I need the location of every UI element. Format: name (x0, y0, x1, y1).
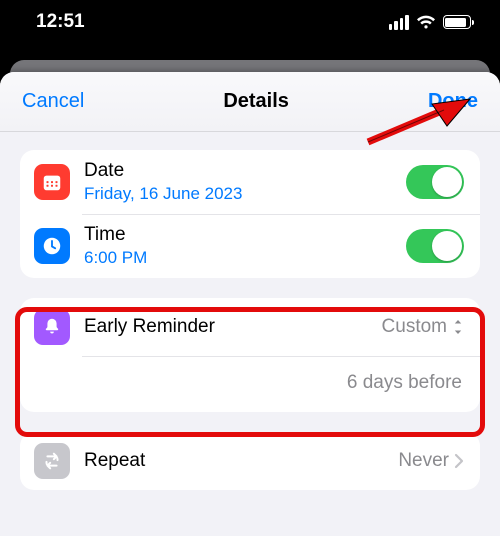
sheet-content: Date Friday, 16 June 2023 Time 6:00 PM (0, 132, 500, 490)
details-sheet: Cancel Details Done Date Friday, 16 June… (0, 72, 500, 536)
done-button[interactable]: Done (428, 90, 478, 113)
early-reminder-value-text: Custom (382, 316, 447, 338)
date-label: Date (84, 160, 406, 182)
status-bar: 12:51 (0, 0, 500, 50)
repeat-value: Never (398, 450, 464, 472)
sheet-title: Details (223, 90, 289, 113)
repeat-row[interactable]: Repeat Never (20, 432, 480, 490)
repeat-icon (34, 443, 70, 479)
early-reminder-row[interactable]: Early Reminder Custom (20, 298, 480, 356)
repeat-label: Repeat (84, 450, 398, 472)
repeat-group: Repeat Never (20, 432, 480, 490)
wifi-icon (416, 15, 436, 30)
calendar-icon (34, 164, 70, 200)
repeat-value-text: Never (398, 450, 449, 472)
time-label: Time (84, 224, 406, 246)
status-indicators (389, 15, 475, 30)
battery-icon (443, 15, 475, 29)
cellular-icon (389, 15, 409, 30)
chevron-right-icon (454, 453, 464, 469)
time-row[interactable]: Time 6:00 PM (20, 214, 480, 278)
status-time: 12:51 (36, 11, 85, 33)
datetime-group: Date Friday, 16 June 2023 Time 6:00 PM (20, 150, 480, 278)
time-toggle[interactable] (406, 229, 464, 263)
date-value[interactable]: Friday, 16 June 2023 (84, 184, 406, 204)
time-value[interactable]: 6:00 PM (84, 248, 406, 268)
early-reminder-group: Early Reminder Custom 6 days before (20, 298, 480, 412)
bell-icon (34, 309, 70, 345)
up-down-arrows-icon (452, 319, 464, 335)
date-toggle[interactable] (406, 165, 464, 199)
early-reminder-detail-row[interactable]: 6 days before (20, 356, 480, 412)
sheet-header: Cancel Details Done (0, 72, 500, 132)
clock-icon (34, 228, 70, 264)
early-reminder-label: Early Reminder (84, 316, 382, 338)
early-reminder-detail: 6 days before (347, 372, 462, 394)
early-reminder-value[interactable]: Custom (382, 316, 464, 338)
cancel-button[interactable]: Cancel (22, 90, 84, 113)
date-row[interactable]: Date Friday, 16 June 2023 (20, 150, 480, 214)
